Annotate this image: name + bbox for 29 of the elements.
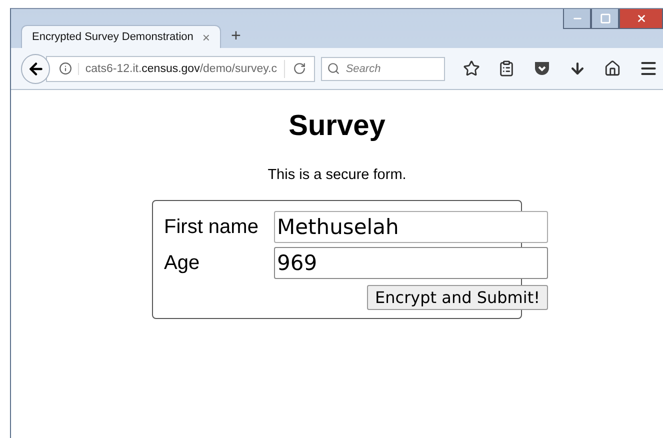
maximize-button[interactable]: [591, 9, 619, 29]
arrow-down-icon: [569, 60, 586, 77]
submit-button[interactable]: Encrypt and Submit!: [367, 285, 548, 310]
pocket-icon: [534, 61, 550, 76]
new-tab-button[interactable]: +: [221, 26, 251, 48]
close-icon: [636, 13, 646, 24]
url-text: cats6-12.it.census.gov/demo/survey.c: [78, 62, 278, 74]
close-tab-button[interactable]: ×: [202, 30, 210, 44]
star-icon: [463, 60, 480, 77]
back-button[interactable]: [21, 54, 50, 84]
intro-text: This is a secure form.: [268, 167, 406, 183]
search-icon: [326, 62, 340, 74]
info-icon: [59, 62, 72, 75]
browser-tab[interactable]: Encrypted Survey Demonstration ×: [21, 25, 221, 48]
clipboard-icon: [498, 60, 516, 77]
minimize-button[interactable]: [563, 9, 591, 29]
address-bar[interactable]: cats6-12.it.census.gov/demo/survey.c: [46, 56, 315, 82]
input-field[interactable]: Methuselah: [274, 211, 548, 243]
tab-title: Encrypted Survey Demonstration: [32, 31, 194, 43]
home-icon: [604, 60, 622, 77]
menu-icon: [638, 59, 658, 78]
page-heading: Survey: [288, 110, 386, 143]
input-field[interactable]: 969: [274, 247, 548, 279]
search-field[interactable]: Search: [320, 56, 445, 80]
square-icon: [600, 13, 610, 24]
field-label: Age: [164, 252, 201, 274]
close-button[interactable]: [619, 9, 663, 29]
field-label: First name: [164, 216, 260, 238]
reload-icon: [292, 62, 306, 75]
